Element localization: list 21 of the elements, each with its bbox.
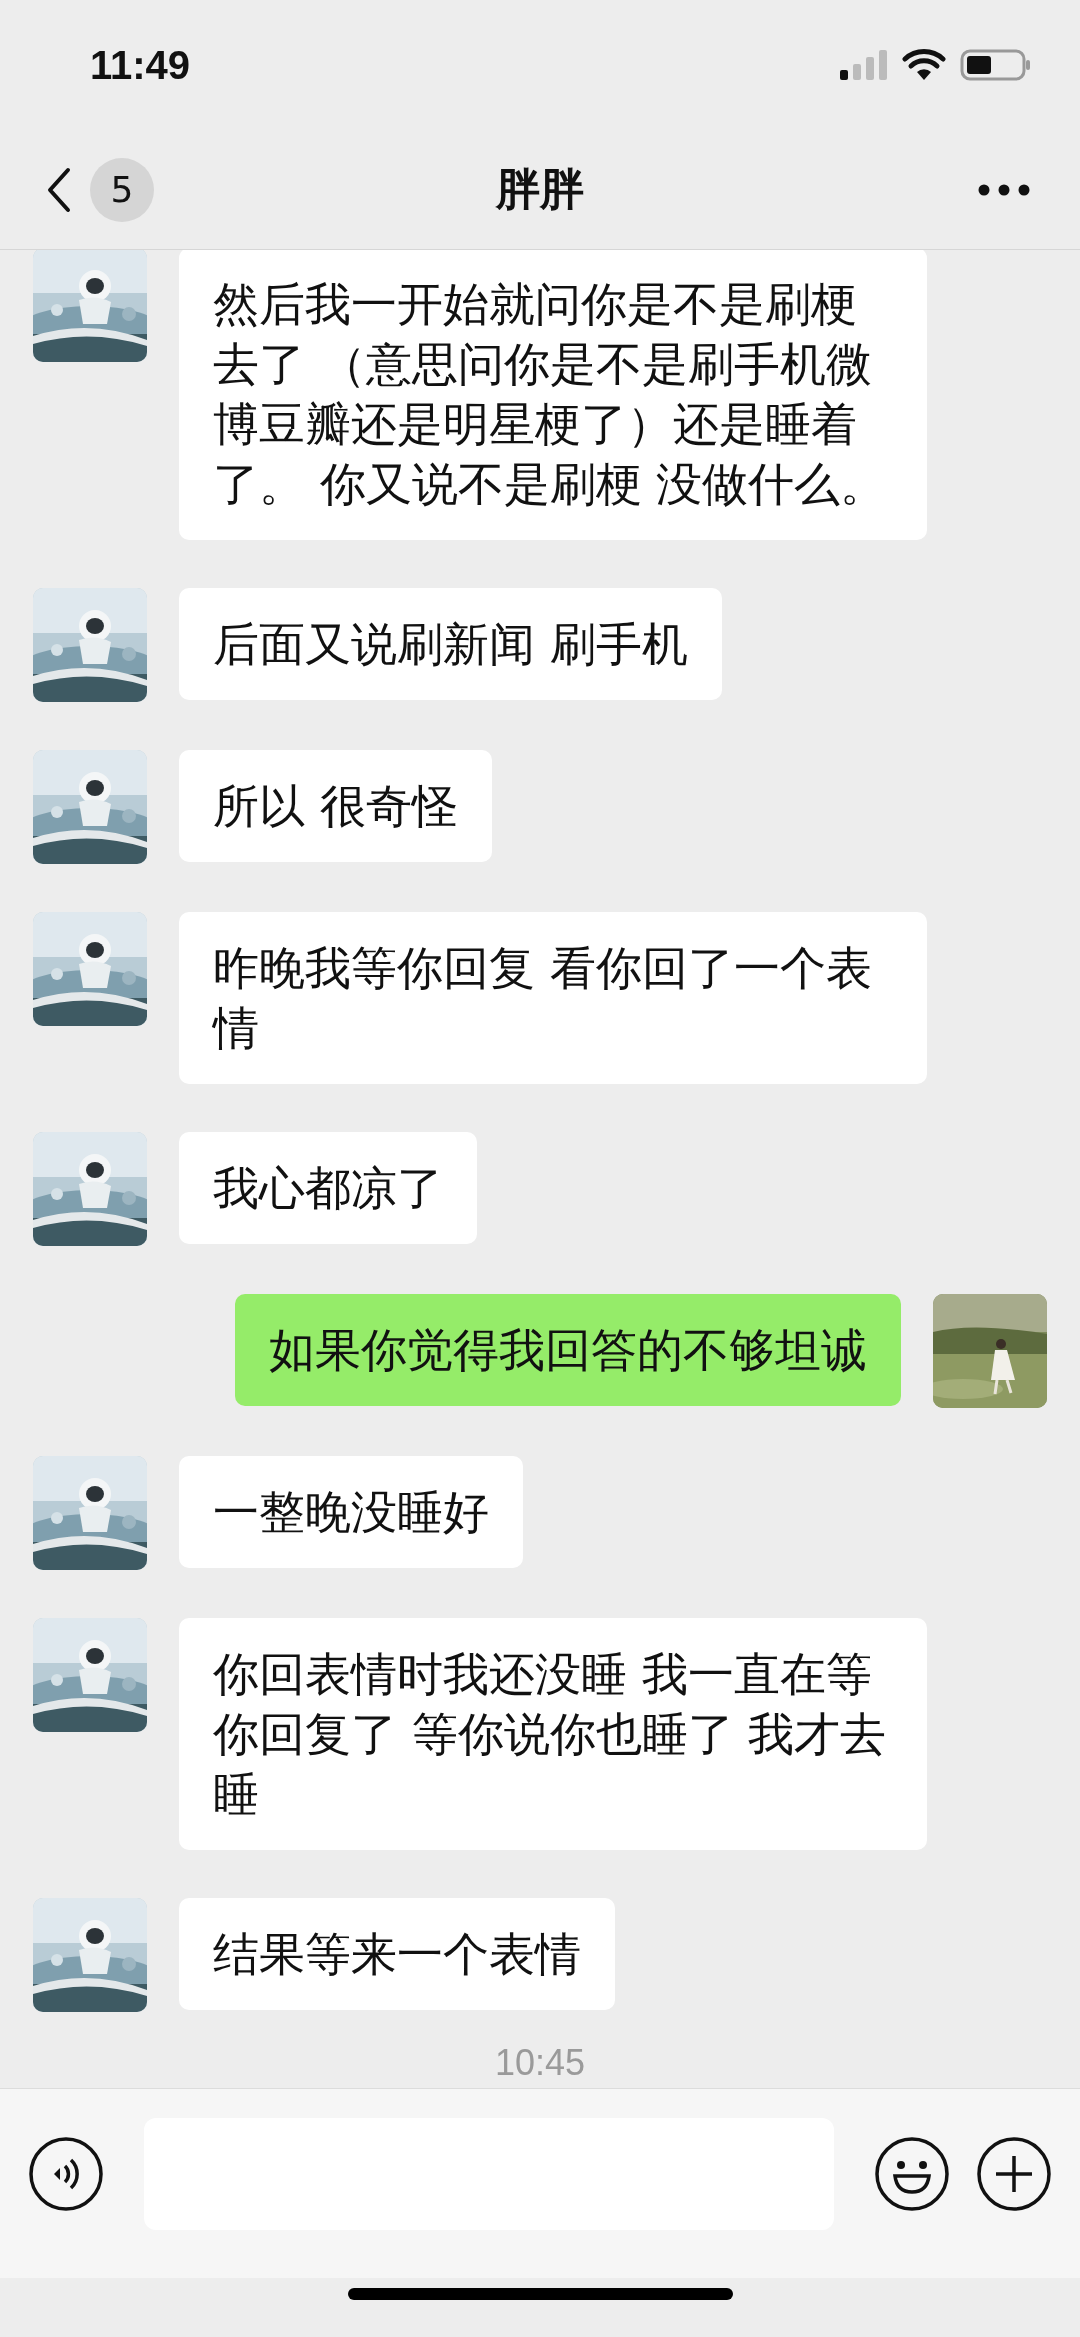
wifi-icon xyxy=(902,49,946,81)
message-bubble: 后面又说刷新闻 刷手机 xyxy=(179,588,722,700)
voice-icon[interactable] xyxy=(28,2135,104,2212)
back-icon[interactable] xyxy=(46,166,72,213)
message-bubble: 然后我一开始就问你是不是刷梗去了 （意思问你是不是刷手机微博豆瓣还是明星梗了）还是睡着了。 你又说不是刷梗 没做什么。 xyxy=(179,250,927,540)
message-bubble: 昨晚我等你回复 看你回了一个表情 xyxy=(179,912,927,1084)
unread-badge: 5 xyxy=(90,157,154,222)
message-bubble: 我心都凉了 xyxy=(179,1132,477,1244)
message-bubble: 一整晚没睡好 xyxy=(179,1456,523,1568)
plus-icon[interactable] xyxy=(976,2135,1052,2212)
message-bubble: 如果你觉得我回答的不够坦诚 xyxy=(235,1294,901,1406)
emoji-icon[interactable] xyxy=(874,2135,950,2212)
battery-icon xyxy=(960,49,1032,81)
message-bubble: 你回表情时我还没睡 我一直在等你回复了 等你说你也睡了 我才去睡 xyxy=(179,1618,927,1850)
more-icon[interactable] xyxy=(978,183,1030,196)
message-bubble: 结果等来一个表情 xyxy=(179,1898,615,2010)
chat-title: 胖胖 xyxy=(496,162,584,216)
status-time: 11:49 xyxy=(90,42,191,88)
signal-icon xyxy=(840,50,888,80)
message-bubble: 所以 很奇怪 xyxy=(179,750,492,862)
timestamp: 10:45 xyxy=(494,2042,586,2084)
